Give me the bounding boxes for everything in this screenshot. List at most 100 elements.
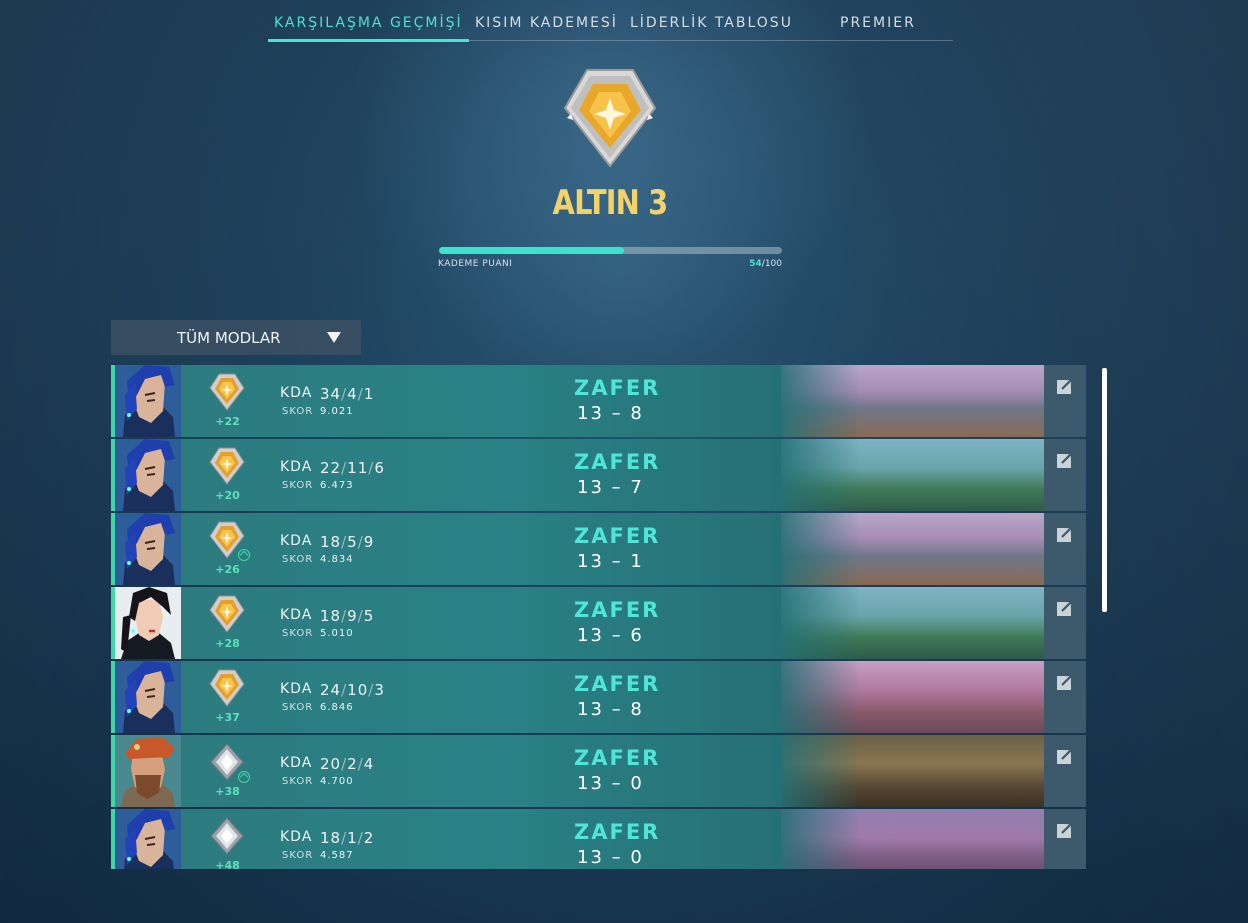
assists: 5 xyxy=(363,607,375,625)
match-row[interactable]: +37 KDA 24/10/3 SKOR 6.846 ZAFER 13 – 8 xyxy=(111,661,1086,733)
match-list-scrollbar[interactable] xyxy=(1102,368,1107,612)
score-value: 9.021 xyxy=(320,406,354,417)
match-result: ZAFER xyxy=(574,598,661,622)
expand-icon xyxy=(1057,821,1074,838)
round-score: 13 – 0 xyxy=(577,773,644,794)
mode-filter-dropdown[interactable]: TÜM MODLAR xyxy=(111,320,361,355)
tab-act-rank[interactable]: KISIM KADEMESİ xyxy=(475,15,618,31)
score-value: 4.700 xyxy=(320,776,354,787)
kda-value: 20/2/4 xyxy=(320,755,375,773)
match-details-button[interactable] xyxy=(1044,735,1086,807)
rank-up-icon xyxy=(238,549,250,561)
match-row[interactable]: +20 KDA 22/11/6 SKOR 6.473 ZAFER 13 – 7 xyxy=(111,439,1086,511)
match-result: ZAFER xyxy=(574,672,661,696)
match-row[interactable]: +26 KDA 18/5/9 SKOR 4.834 ZAFER 13 – 1 xyxy=(111,513,1086,585)
match-row[interactable]: +38 KDA 20/2/4 SKOR 4.700 ZAFER 13 – 0 xyxy=(111,735,1086,807)
match-result: ZAFER xyxy=(574,524,661,548)
score-label: SKOR xyxy=(282,406,314,417)
expand-icon xyxy=(1057,451,1074,468)
rr-change: +48 xyxy=(215,859,240,869)
map-fade xyxy=(771,661,861,733)
match-details-button[interactable] xyxy=(1044,513,1086,585)
map-fade xyxy=(771,809,861,869)
match-details-button[interactable] xyxy=(1044,439,1086,511)
match-details-button[interactable] xyxy=(1044,365,1086,437)
deaths: 5 xyxy=(347,533,358,551)
rank-rating-current: 54 xyxy=(749,259,762,269)
rank-rating-max: /100 xyxy=(761,259,782,269)
kda-label: KDA xyxy=(280,755,313,771)
map-fade xyxy=(771,513,861,585)
match-row[interactable]: +48 KDA 18/1/2 SKOR 4.587 ZAFER 13 – 0 xyxy=(111,809,1086,869)
rr-change: +28 xyxy=(215,637,240,650)
tab-match-history[interactable]: KARŞILAŞMA GEÇMİŞİ xyxy=(274,15,463,31)
kda-value: 18/5/9 xyxy=(320,533,375,551)
map-fade xyxy=(771,365,861,437)
enemy-score: 0 xyxy=(630,847,644,868)
kda-label: KDA xyxy=(280,459,313,475)
agent-portrait xyxy=(115,809,181,869)
deaths: 11 xyxy=(347,459,369,477)
kills: 34 xyxy=(320,385,342,403)
rank-rating-bar xyxy=(439,247,782,254)
expand-icon xyxy=(1057,747,1074,764)
assists: 6 xyxy=(374,459,385,477)
expand-icon xyxy=(1057,525,1074,542)
score-value: 4.587 xyxy=(320,850,354,861)
enemy-score: 1 xyxy=(630,551,644,572)
match-row[interactable]: +28 KDA 18/9/5 SKOR 5.010 ZAFER 13 – 6 xyxy=(111,587,1086,659)
kda-label: KDA xyxy=(280,829,313,845)
kda-label: KDA xyxy=(280,385,313,401)
agent-portrait xyxy=(115,513,181,585)
match-details-button[interactable] xyxy=(1044,809,1086,869)
mode-filter-label: TÜM MODLAR xyxy=(177,329,281,347)
gold-rank-icon xyxy=(209,669,245,707)
deaths: 4 xyxy=(347,385,358,403)
score-value: 5.010 xyxy=(320,628,354,639)
gold-rank-emblem-icon xyxy=(563,69,657,168)
deaths: 2 xyxy=(347,755,358,773)
round-score: 13 – 6 xyxy=(577,625,644,646)
rank-up-icon xyxy=(238,771,250,783)
match-details-button[interactable] xyxy=(1044,587,1086,659)
kda-label: KDA xyxy=(280,681,313,697)
kills: 18 xyxy=(320,533,342,551)
rr-change: +22 xyxy=(215,415,240,428)
team-score: 13 xyxy=(577,477,604,498)
team-score: 13 xyxy=(577,773,604,794)
expand-icon xyxy=(1057,673,1074,690)
rank-rating-label: KADEME PUANI xyxy=(438,259,513,269)
rr-change: +20 xyxy=(215,489,240,502)
team-score: 13 xyxy=(577,847,604,868)
tab-leaderboard[interactable]: LİDERLİK TABLOSU xyxy=(630,15,793,31)
round-score: 13 – 7 xyxy=(577,477,644,498)
score-label: SKOR xyxy=(282,554,314,565)
caret-down-icon xyxy=(327,332,341,343)
score-label: SKOR xyxy=(282,702,314,713)
kills: 24 xyxy=(320,681,342,699)
top-tabs: KARŞILAŞMA GEÇMİŞİ KISIM KADEMESİ LİDERL… xyxy=(268,10,953,42)
score-label: SKOR xyxy=(282,850,314,861)
gold-rank-icon xyxy=(209,373,245,411)
kills: 18 xyxy=(320,607,342,625)
score-value: 6.846 xyxy=(320,702,354,713)
team-score: 13 xyxy=(577,551,604,572)
assists: 2 xyxy=(363,829,375,847)
score-value: 6.473 xyxy=(320,480,354,491)
match-result: ZAFER xyxy=(574,376,661,400)
match-details-button[interactable] xyxy=(1044,661,1086,733)
active-tab-indicator xyxy=(268,39,469,42)
assists: 1 xyxy=(363,385,375,403)
gold-rank-icon xyxy=(209,447,245,485)
match-history-list[interactable]: +22 KDA 34/4/1 SKOR 9.021 ZAFER 13 – 8 +… xyxy=(111,365,1086,869)
score-label: SKOR xyxy=(282,480,314,491)
gold-rank-icon xyxy=(209,595,245,633)
kda-value: 22/11/6 xyxy=(320,459,385,477)
kills: 18 xyxy=(320,829,342,847)
match-row[interactable]: +22 KDA 34/4/1 SKOR 9.021 ZAFER 13 – 8 xyxy=(111,365,1086,437)
rr-change: +26 xyxy=(215,563,240,576)
deaths: 1 xyxy=(347,829,358,847)
round-score: 13 – 8 xyxy=(577,699,644,720)
tab-premier[interactable]: PREMIER xyxy=(840,15,916,31)
kda-value: 24/10/3 xyxy=(320,681,385,699)
